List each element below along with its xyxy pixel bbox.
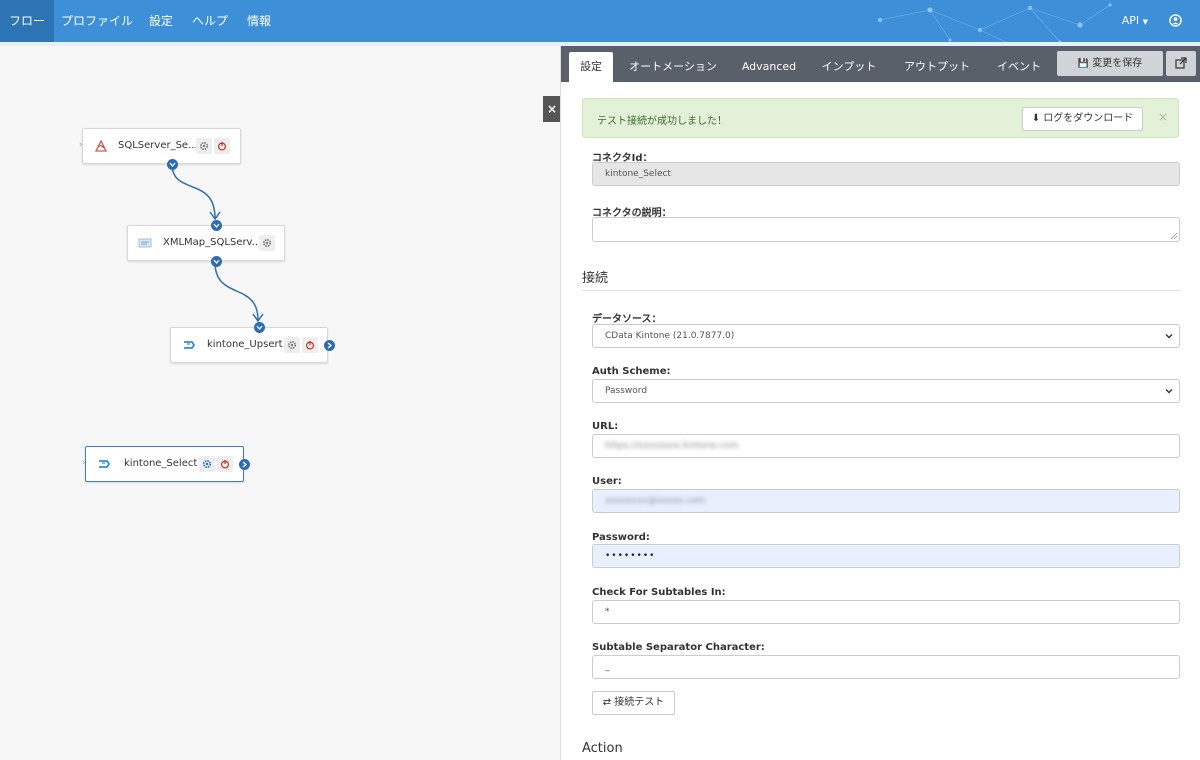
- download-log-button[interactable]: ⬇ ログをダウンロード: [1022, 107, 1143, 131]
- separator-field[interactable]: _: [592, 655, 1180, 679]
- save-changes-button[interactable]: 💾 変更を保存: [1057, 51, 1163, 76]
- auth-scheme-select[interactable]: Password: [592, 379, 1180, 403]
- tab-output[interactable]: アウトプット: [897, 52, 977, 82]
- connector-id-value: kintone_Select: [605, 169, 671, 179]
- node-label: kintone_Select: [124, 458, 198, 469]
- chevron-down-icon: [1165, 334, 1173, 339]
- api-menu-label: API: [1121, 14, 1140, 27]
- output-port-icon[interactable]: [239, 459, 250, 470]
- user-field[interactable]: xxxxxxxx@xxxxx.com: [592, 489, 1180, 513]
- connector-settings-panel: 設定 オートメーション Advanced インプット アウトプット イベント 💾…: [560, 46, 1200, 760]
- test-connection-button[interactable]: ⇄ 接続テスト: [592, 691, 675, 715]
- output-port-icon[interactable]: [167, 159, 178, 170]
- kintone-icon: [184, 341, 196, 349]
- node-label: XMLMap_SQLServ...: [163, 237, 262, 248]
- gear-icon[interactable]: [196, 138, 212, 154]
- nav-flow[interactable]: フロー: [0, 0, 54, 42]
- alert-message: テスト接続が成功しました！: [597, 116, 727, 127]
- url-label: URL:: [592, 421, 619, 432]
- power-icon[interactable]: [302, 337, 318, 353]
- separator-value: _: [605, 662, 610, 672]
- flow-node-kintone-upsert[interactable]: kintone_Upsert: [170, 322, 335, 363]
- tab-automation[interactable]: オートメーション: [625, 52, 721, 82]
- subtables-label: Check For Subtables In:: [592, 587, 726, 598]
- tab-input[interactable]: インプット: [815, 52, 883, 82]
- power-icon[interactable]: [214, 138, 230, 154]
- auth-scheme-value: Password: [605, 386, 648, 396]
- resize-grip-icon[interactable]: [1171, 233, 1177, 239]
- nav-help[interactable]: ヘルプ: [188, 0, 232, 42]
- open-external-button[interactable]: [1166, 51, 1196, 76]
- external-link-icon: [1175, 57, 1187, 69]
- save-icon: 💾: [1077, 59, 1090, 69]
- password-value: ••••••••: [605, 551, 656, 561]
- datasource-select[interactable]: CData Kintone (21.0.7877.0): [592, 324, 1180, 348]
- download-log-label: ログをダウンロード: [1043, 113, 1134, 124]
- datasource-value: CData Kintone (21.0.7877.0): [605, 331, 735, 341]
- exchange-icon: ⇄: [602, 697, 612, 708]
- user-icon[interactable]: [1169, 14, 1182, 27]
- auth-scheme-label: Auth Scheme:: [592, 366, 671, 377]
- password-field[interactable]: ••••••••: [592, 544, 1180, 568]
- input-port-icon: ›: [79, 140, 83, 150]
- input-port-icon[interactable]: [254, 322, 265, 333]
- input-port-icon: ›: [82, 458, 86, 468]
- tab-events[interactable]: イベント: [991, 52, 1047, 82]
- chevron-down-icon: [1165, 389, 1173, 394]
- nav-info[interactable]: 情報: [242, 0, 276, 42]
- power-icon[interactable]: [217, 456, 233, 472]
- connection-divider: [582, 290, 1180, 291]
- url-value: https://xxxxxxxx.kintone.com: [605, 441, 739, 451]
- input-port-icon[interactable]: [211, 220, 222, 231]
- save-label: 変更を保存: [1092, 58, 1143, 69]
- kintone-icon: [99, 460, 111, 468]
- sqlserver-icon: [94, 139, 108, 152]
- connection-heading: 接続: [582, 271, 609, 286]
- network-background-graphic: [877, 3, 1112, 46]
- flow-node-xmlmap[interactable]: XMLMap_SQLServ...: [127, 220, 285, 267]
- tab-advanced[interactable]: Advanced: [737, 52, 801, 82]
- subtables-field[interactable]: *: [592, 600, 1180, 624]
- url-field[interactable]: https://xxxxxxxx.kintone.com: [592, 434, 1180, 458]
- top-nav: フロー プロファイル 設定 ヘルプ 情報 API ▼: [0, 0, 1200, 46]
- xmlmap-icon: [138, 238, 152, 248]
- flow-canvas[interactable]: › SQLServer_Se... XMLMap_SQLServ... kint…: [0, 46, 560, 760]
- subtables-value: *: [605, 607, 610, 617]
- success-alert: テスト接続が成功しました！ ⬇ ログをダウンロード ×: [582, 98, 1179, 138]
- user-label: User:: [592, 476, 622, 487]
- download-icon: ⬇: [1031, 113, 1041, 124]
- nav-settings[interactable]: 設定: [144, 0, 178, 42]
- datasource-label: データソース：: [592, 314, 662, 325]
- gear-icon[interactable]: [199, 456, 215, 472]
- connector-id-field: kintone_Select: [592, 162, 1180, 186]
- nav-profile[interactable]: プロファイル: [58, 0, 136, 42]
- node-label: kintone_Upsert: [207, 339, 283, 350]
- close-panel-button[interactable]: ×: [543, 96, 561, 122]
- panel-tabbar: 設定 オートメーション Advanced インプット アウトプット イベント 💾…: [561, 46, 1200, 82]
- alert-close-icon[interactable]: ×: [1158, 110, 1168, 124]
- caret-down-icon: ▼: [1142, 18, 1148, 26]
- gear-icon[interactable]: [284, 337, 300, 353]
- test-connection-label: 接続テスト: [614, 697, 665, 708]
- action-heading: Action: [582, 741, 623, 756]
- node-label: SQLServer_Se...: [118, 140, 198, 151]
- connector-desc-field[interactable]: [592, 217, 1180, 242]
- output-port-icon[interactable]: [324, 340, 335, 351]
- user-value: xxxxxxxx@xxxxx.com: [605, 496, 706, 506]
- password-label: Password:: [592, 532, 650, 543]
- output-port-icon[interactable]: [211, 256, 222, 267]
- api-menu[interactable]: API ▼: [1122, 0, 1148, 42]
- flow-node-sqlserver[interactable]: › SQLServer_Se...: [79, 128, 241, 170]
- flow-node-kintone-select[interactable]: › kintone_Select: [82, 446, 250, 482]
- gear-icon[interactable]: [259, 235, 275, 251]
- separator-label: Subtable Separator Character:: [592, 642, 765, 653]
- tab-settings[interactable]: 設定: [569, 52, 613, 82]
